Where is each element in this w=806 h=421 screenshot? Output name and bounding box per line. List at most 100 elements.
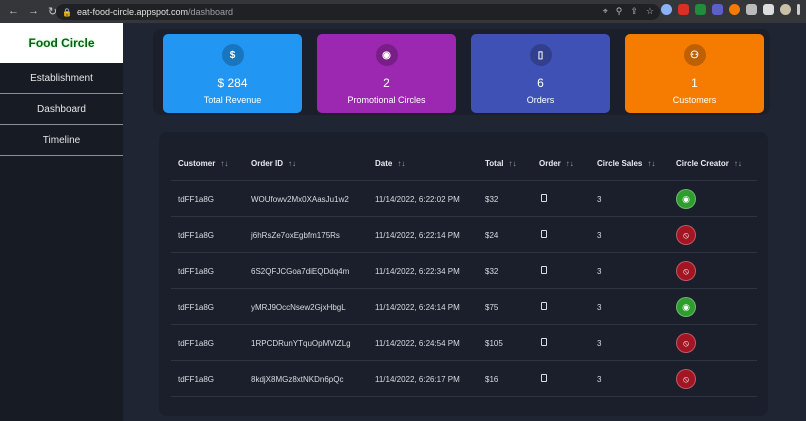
location-pin-icon[interactable]: ◉ (676, 189, 696, 209)
customer-cell: tdFF1a8G (178, 375, 215, 384)
customer-cell: tdFF1a8G (178, 339, 215, 348)
order-document-icon[interactable] (541, 266, 547, 274)
stat-value: 2 (383, 76, 390, 90)
stat-label: Orders (526, 95, 555, 105)
orders-table: Customer ↑↓ Order ID ↑↓ Date ↑↓ Total ↑↓ Ord… (159, 132, 768, 416)
order-id-cell: 6S2QFJCGoa7diEQDdq4m (251, 267, 350, 276)
order-id-cell: WOUfowv2Mx0XAasJu1w2 (251, 195, 349, 204)
table-row: tdFF1a8G yMRJ9OccNsew2GjxHbgL 11/14/2022, … (171, 289, 757, 325)
order-document-icon[interactable] (541, 302, 547, 310)
col-header-order[interactable]: Order ↑↓ (539, 159, 574, 168)
customer-cell: tdFF1a8G (178, 195, 215, 204)
extension-icon[interactable] (661, 4, 672, 15)
date-cell: 11/14/2022, 6:24:54 PM (375, 339, 460, 348)
total-cell: $105 (485, 339, 503, 348)
brand-logo[interactable]: Food Circle (0, 23, 123, 63)
stat-label: Total Revenue (203, 95, 262, 105)
extensions (661, 4, 800, 15)
map-pin-icon: ◉ (375, 44, 398, 66)
sort-icon[interactable]: ↑↓ (566, 159, 574, 168)
total-cell: $24 (485, 231, 499, 240)
date-cell: 11/14/2022, 6:22:34 PM (375, 267, 460, 276)
puzzle-icon[interactable] (746, 4, 757, 15)
sidebar-item-timeline[interactable]: Timeline (0, 125, 123, 156)
circle-sales-cell: 3 (597, 195, 602, 204)
circle-sales-cell: 3 (597, 303, 602, 312)
sidebar-item-dashboard[interactable]: Dashboard (0, 94, 123, 125)
col-header-circle-sales[interactable]: Circle Sales ↑↓ (597, 159, 655, 168)
sort-icon[interactable]: ↑↓ (220, 159, 228, 168)
total-cell: $32 (485, 195, 499, 204)
address-bar[interactable]: 🔒 eat-food-circle.appspot.com/dashboard … (56, 4, 660, 20)
order-id-cell: 1RPCDRunYTquOpMVtZLg (251, 339, 351, 348)
stat-card-circles: ◉ 2 Promotional Circles (317, 34, 456, 113)
location-pin-icon[interactable]: ◉ (676, 297, 696, 317)
stat-value: 1 (691, 76, 698, 90)
main-content: $ $ 284 Total Revenue ◉ 2 Promotional Ci… (123, 23, 806, 421)
date-cell: 11/14/2022, 6:22:14 PM (375, 231, 460, 240)
sort-icon[interactable]: ↑↓ (734, 159, 742, 168)
total-cell: $75 (485, 303, 499, 312)
dollar-icon: $ (221, 44, 244, 66)
block-icon[interactable]: ⦸ (676, 225, 696, 245)
zoom-icon[interactable]: ⚲ (616, 6, 623, 17)
back-icon[interactable]: ← (8, 5, 19, 18)
table-header: Customer ↑↓ Order ID ↑↓ Date ↑↓ Total ↑↓ Ord… (171, 145, 757, 181)
block-icon[interactable]: ⦸ (676, 261, 696, 281)
customer-cell: tdFF1a8G (178, 231, 215, 240)
extension-icon[interactable] (678, 4, 689, 15)
sort-icon[interactable]: ↑↓ (509, 159, 517, 168)
circle-sales-cell: 3 (597, 267, 602, 276)
avatar[interactable] (780, 4, 791, 15)
sidepanel-icon[interactable] (763, 4, 774, 15)
extension-icon[interactable] (729, 4, 740, 15)
customer-cell: tdFF1a8G (178, 267, 215, 276)
stat-card-orders: ▯ 6 Orders (471, 34, 610, 113)
users-icon: ⚇ (683, 44, 706, 66)
stat-card-customers: ⚇ 1 Customers (625, 34, 764, 113)
stat-card-revenue: $ $ 284 Total Revenue (163, 34, 302, 113)
table-row: tdFF1a8G 1RPCDRunYTquOpMVtZLg 11/14/2022, … (171, 325, 757, 361)
circle-sales-cell: 3 (597, 375, 602, 384)
share-icon[interactable]: ⇪ (630, 6, 638, 17)
table-row: tdFF1a8G WOUfowv2Mx0XAasJu1w2 11/14/2022, … (171, 181, 757, 217)
order-document-icon[interactable] (541, 194, 547, 202)
table-row: tdFF1a8G 6S2QFJCGoa7diEQDdq4m 11/14/2022, … (171, 253, 757, 289)
table-row: tdFF1a8G 8kdjX8MGz8xtNKDn6pQc 11/14/2022, … (171, 361, 757, 397)
sidebar: Food Circle Establishment Dashboard Time… (0, 23, 123, 421)
browser-toolbar: ← → ↻ 🔒 eat-food-circle.appspot.com/dash… (0, 0, 806, 23)
lock-icon: 🔒 (62, 7, 72, 17)
circle-sales-cell: 3 (597, 339, 602, 348)
block-icon[interactable]: ⦸ (676, 333, 696, 353)
customer-cell: tdFF1a8G (178, 303, 215, 312)
star-icon[interactable]: ☆ (646, 6, 654, 17)
sidebar-item-establishment[interactable]: Establishment (0, 63, 123, 94)
browser-nav: ← → ↻ (0, 5, 57, 18)
col-header-customer[interactable]: Customer ↑↓ (178, 159, 228, 168)
order-id-cell: yMRJ9OccNsew2GjxHbgL (251, 303, 346, 312)
order-document-icon[interactable] (541, 374, 547, 382)
col-header-order-id[interactable]: Order ID ↑↓ (251, 159, 296, 168)
menu-icon[interactable] (797, 4, 800, 15)
table-row: tdFF1a8G j6hRsZe7oxEgbfm175Rs 11/14/2022, … (171, 217, 757, 253)
col-header-total[interactable]: Total ↑↓ (485, 159, 517, 168)
sort-icon[interactable]: ↑↓ (288, 159, 296, 168)
block-icon[interactable]: ⦸ (676, 369, 696, 389)
extension-icon[interactable] (695, 4, 706, 15)
url-path: /dashboard (188, 7, 234, 17)
total-cell: $16 (485, 375, 499, 384)
stats-panel: $ $ 284 Total Revenue ◉ 2 Promotional Ci… (153, 29, 770, 115)
sort-icon[interactable]: ↑↓ (397, 159, 405, 168)
forward-icon[interactable]: → (28, 5, 39, 18)
extension-icon[interactable] (712, 4, 723, 15)
order-document-icon[interactable] (541, 338, 547, 346)
url-host: eat-food-circle.appspot.com (76, 7, 189, 17)
circle-sales-cell: 3 (597, 231, 602, 240)
date-cell: 11/14/2022, 6:22:02 PM (375, 195, 460, 204)
col-header-circle-creator[interactable]: Circle Creator ↑↓ (676, 159, 742, 168)
col-header-date[interactable]: Date ↑↓ (375, 159, 405, 168)
location-icon[interactable]: ⌖ (603, 6, 608, 17)
stat-value: $ 284 (217, 76, 248, 90)
order-document-icon[interactable] (541, 230, 547, 238)
sort-icon[interactable]: ↑↓ (647, 159, 655, 168)
